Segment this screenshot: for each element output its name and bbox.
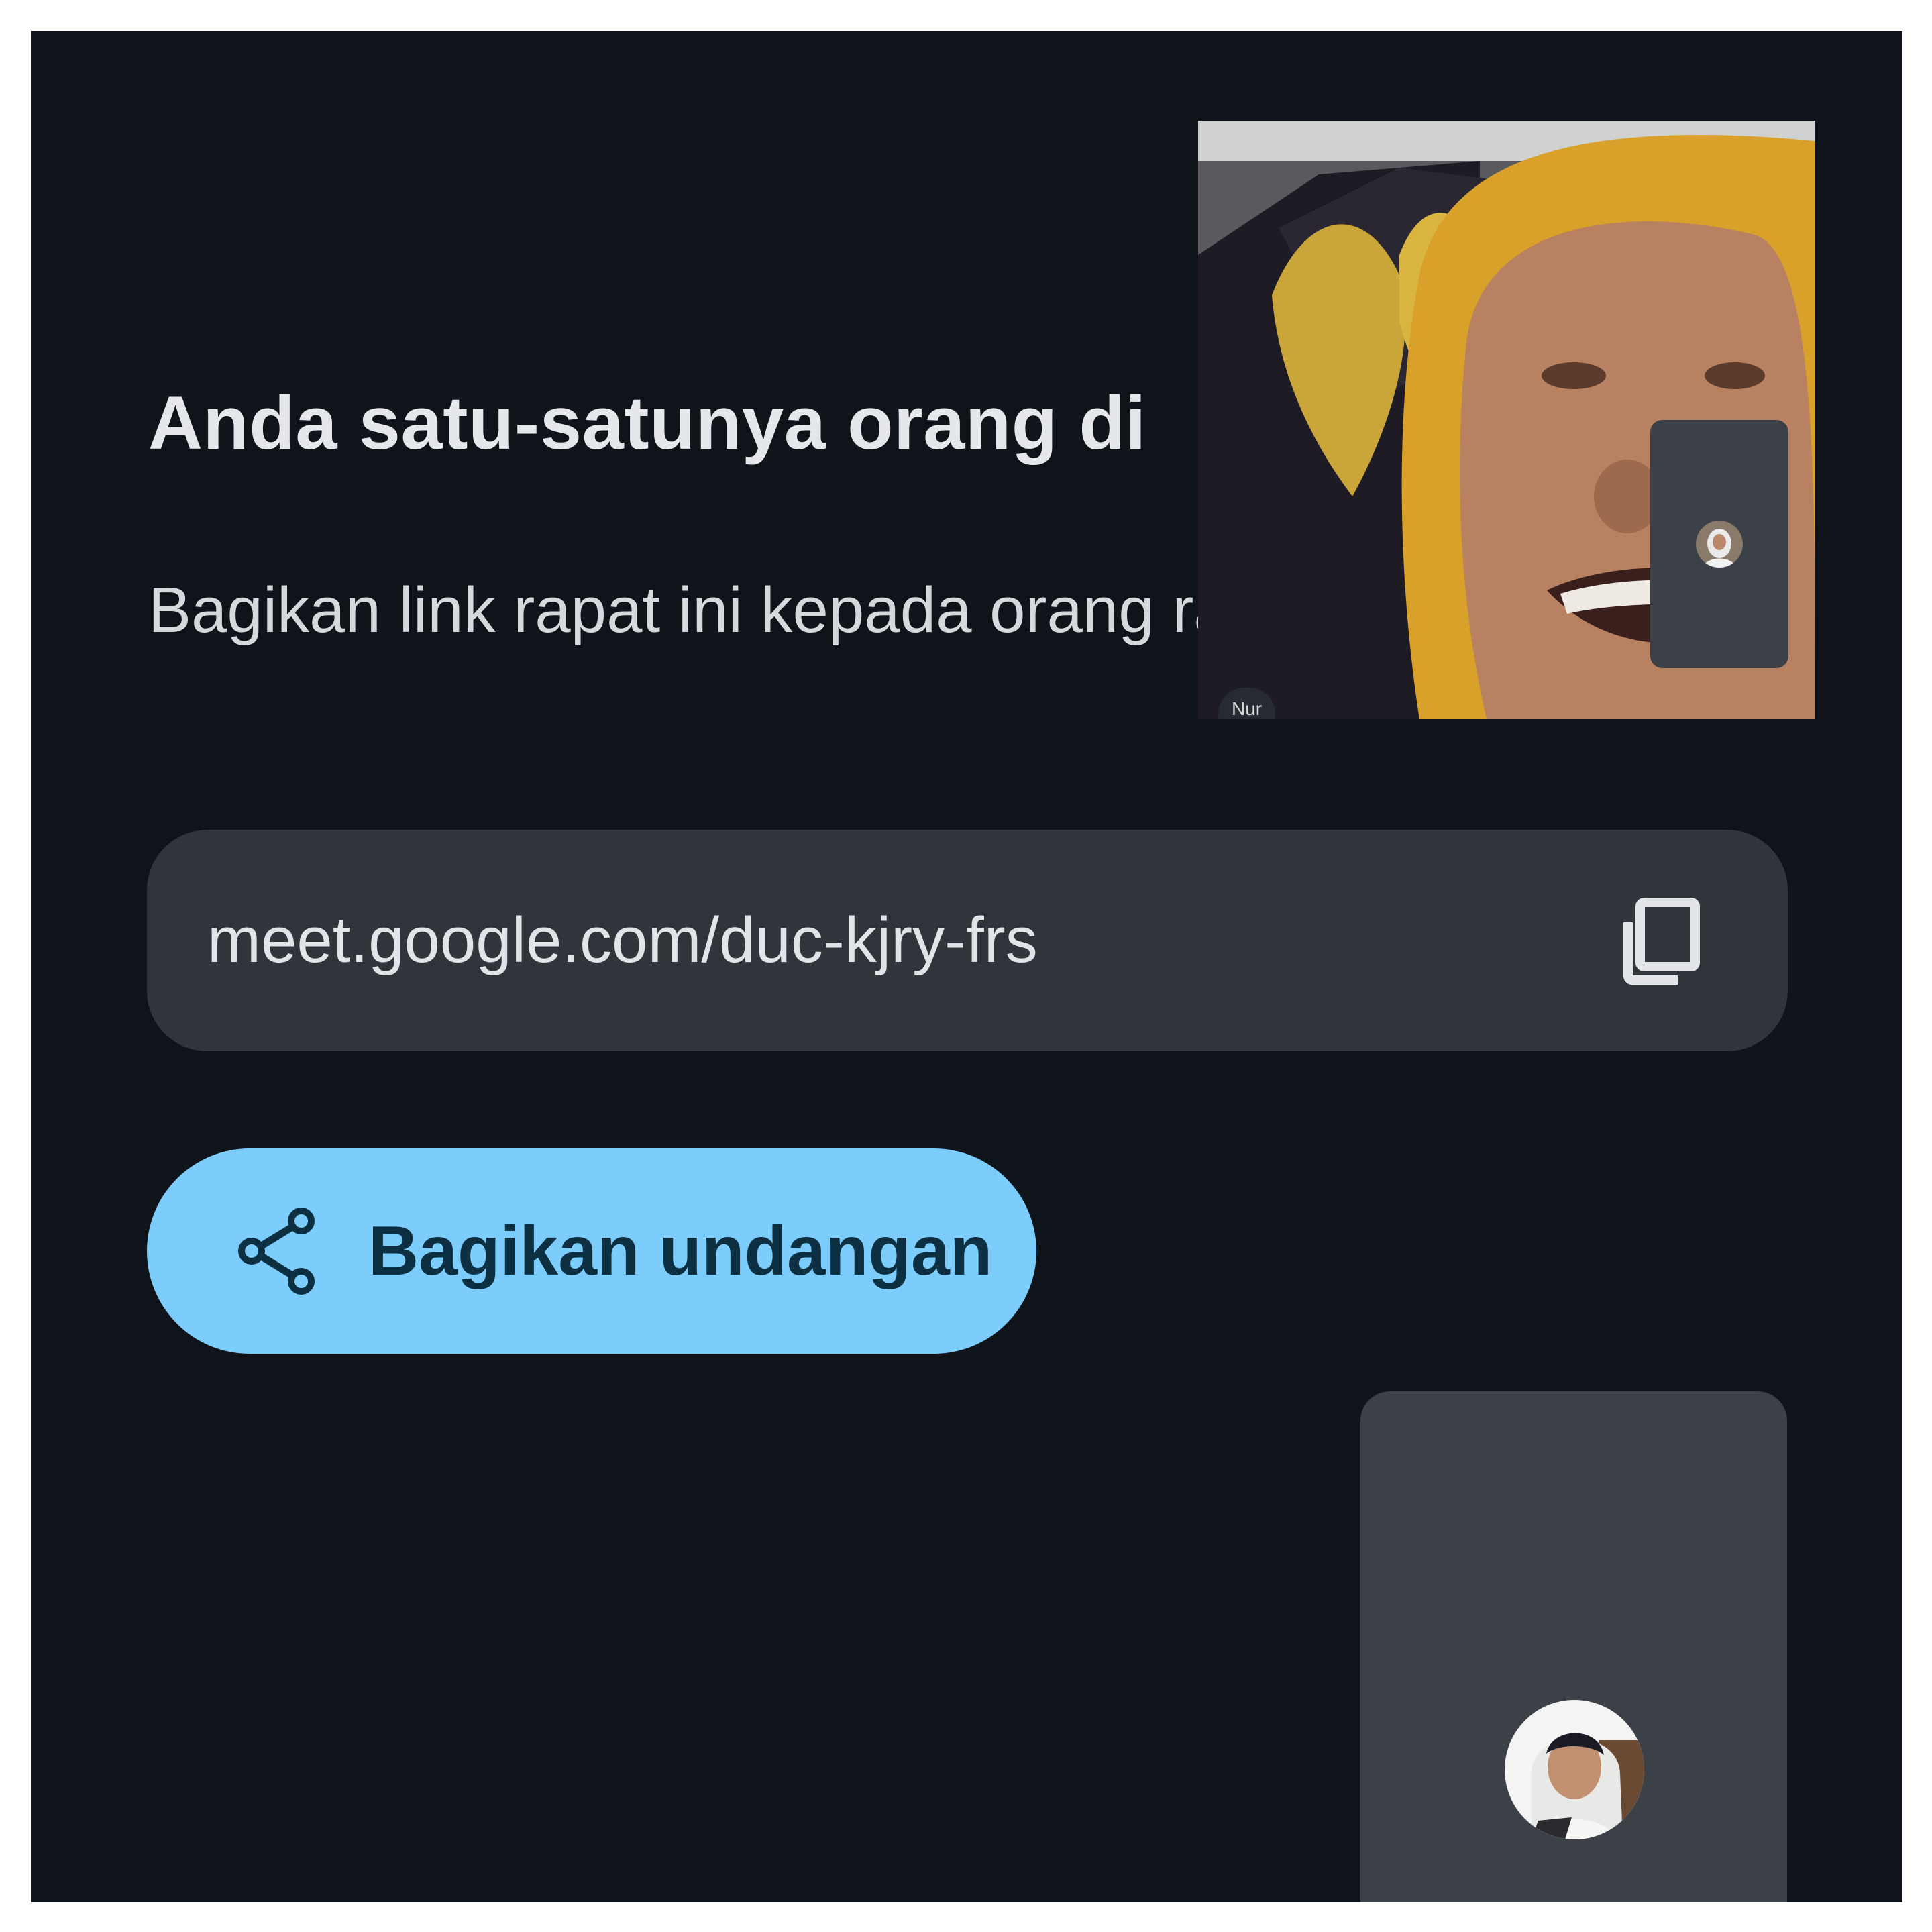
meeting-link-text[interactable]: meet.google.com/duc-kjry-frs [207,830,1038,1051]
participant-avatar-small [1696,521,1743,568]
meeting-link-field[interactable]: meet.google.com/duc-kjry-frs [147,830,1788,1051]
participant-tile[interactable] [1360,1391,1787,1902]
share-link-instructions: Bagikan link rapat ini kepada orang rapa… [148,574,1320,646]
meet-screen: Anda satu-satunya orang di Bagikan link … [31,31,1902,1902]
remote-participant-mini-tile[interactable] [1650,420,1788,668]
participant-avatar [1505,1700,1644,1839]
share-icon [238,1208,315,1295]
copy-link-button[interactable] [1613,890,1714,991]
copy-icon [1623,898,1700,985]
self-view-video[interactable]: Nur [1198,121,1815,719]
share-invite-button[interactable]: Bagikan undangan [147,1148,1036,1354]
alone-in-meeting-heading: Anda satu-satunya orang di [148,381,1146,465]
share-invite-label: Bagikan undangan [368,1212,993,1290]
